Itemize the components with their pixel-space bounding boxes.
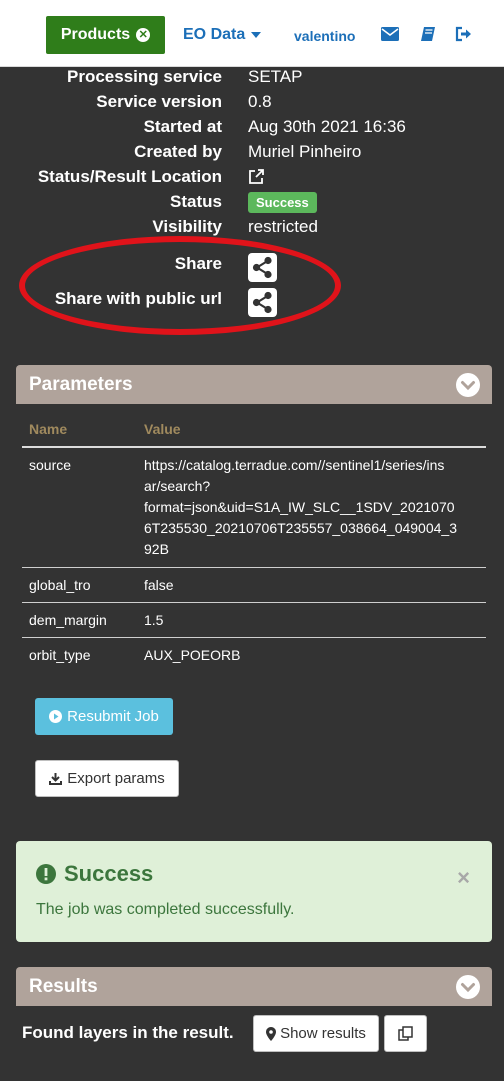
map-marker-icon (266, 1026, 277, 1041)
export-params-button[interactable]: Export params (35, 760, 179, 797)
share-icon (252, 256, 272, 279)
info-row-processing-service: Processing service SETAP (0, 67, 504, 92)
info-row-status: Status Success (0, 192, 504, 217)
param-value-line: 6T235530_20210706T235557_038664_049004_3 (144, 520, 457, 536)
chevron-down-icon[interactable] (456, 975, 480, 999)
row-divider (22, 602, 486, 603)
column-header-value: Value (144, 421, 181, 437)
info-label: Processing service (67, 67, 222, 86)
envelope-icon[interactable] (381, 26, 399, 42)
book-icon[interactable] (420, 26, 436, 42)
row-divider (22, 637, 486, 638)
alert-message: The job was completed successfully. (36, 901, 295, 918)
external-link-icon[interactable] (248, 168, 265, 185)
info-value: restricted (248, 217, 318, 236)
chevron-down-icon[interactable] (456, 373, 480, 397)
show-results-label: Show results (280, 1025, 366, 1042)
parameters-title: Parameters (29, 374, 133, 395)
row-divider (22, 567, 486, 568)
alert-title: Success (64, 861, 154, 886)
param-value-line: 92B (144, 541, 169, 557)
caret-down-icon (251, 31, 262, 38)
products-button[interactable]: Products ✕ (46, 16, 165, 54)
user-link[interactable]: valentino (294, 28, 355, 44)
info-row-started-at: Started at Aug 30th 2021 16:36 (0, 117, 504, 142)
info-value: Aug 30th 2021 16:36 (248, 117, 406, 136)
info-label: Status/Result Location (37, 167, 222, 186)
play-circle-icon (49, 710, 63, 723)
products-label: Products (60, 26, 131, 43)
export-label: Export params (67, 770, 165, 787)
share-public-label: Share with public url (54, 289, 222, 308)
info-row-service-version: Service version 0.8 (0, 92, 504, 117)
param-name: source (29, 457, 72, 473)
param-value: https://catalog.terradue.com//sentinel1/… (144, 455, 457, 560)
info-label: Service version (96, 92, 222, 111)
table-header-divider (22, 446, 486, 448)
info-row-created-by: Created by Muriel Pinheiro (0, 142, 504, 167)
parameters-panel-header[interactable]: Parameters (16, 365, 492, 404)
eo-data-dropdown[interactable]: EO Data (183, 26, 262, 44)
info-label: Started at (143, 117, 222, 136)
column-header-name: Name (29, 421, 68, 437)
param-value-line: format=json&uid=S1A_IW_SLC__1SDV_2021070 (144, 499, 455, 515)
param-value-line: ar/search? (144, 478, 211, 494)
eo-data-label: EO Data (183, 26, 246, 43)
info-label: Visibility (152, 217, 222, 236)
close-circle-icon[interactable]: ✕ (136, 28, 151, 42)
param-value: 1.5 (144, 612, 164, 628)
found-layers-text: Found layers in the result. (22, 1023, 234, 1042)
share-public-url-button[interactable] (248, 288, 277, 317)
results-panel-header[interactable]: Results (16, 967, 492, 1006)
info-value: 0.8 (248, 92, 272, 111)
info-value: SETAP (248, 67, 303, 86)
share-icon (252, 291, 272, 314)
exclamation-circle-icon (36, 864, 56, 884)
param-name: global_tro (29, 577, 91, 593)
info-value: Muriel Pinheiro (248, 142, 362, 161)
download-icon (49, 773, 63, 785)
param-value-line: https://catalog.terradue.com//sentinel1/… (144, 457, 445, 473)
resubmit-job-button[interactable]: Resubmit Job (35, 698, 173, 735)
param-value: AUX_POEORB (144, 647, 241, 663)
annotation-ellipse (19, 236, 341, 335)
param-name: dem_margin (29, 612, 107, 628)
info-label: Status (170, 192, 222, 211)
status-value-wrap: Success (248, 192, 317, 213)
status-badge: Success (248, 192, 317, 213)
results-title: Results (29, 976, 98, 997)
param-name: orbit_type (29, 647, 91, 663)
info-row-visibility: Visibility restricted (0, 217, 504, 242)
info-row-status-result-location: Status/Result Location (0, 167, 504, 192)
share-label: Share (174, 254, 222, 273)
sign-out-icon[interactable] (455, 26, 472, 42)
copy-icon (398, 1026, 413, 1041)
alert-title-row: Success (36, 861, 153, 887)
param-value: false (144, 577, 174, 593)
info-label: Created by (134, 142, 222, 161)
share-button[interactable] (248, 253, 277, 282)
success-alert: Success The job was completed successful… (16, 841, 492, 942)
copy-button[interactable] (384, 1015, 427, 1052)
resubmit-label: Resubmit Job (67, 708, 159, 725)
top-navbar: Products ✕ EO Data valentino (0, 0, 504, 67)
show-results-button[interactable]: Show results (253, 1015, 379, 1052)
close-icon[interactable]: × (457, 865, 470, 891)
